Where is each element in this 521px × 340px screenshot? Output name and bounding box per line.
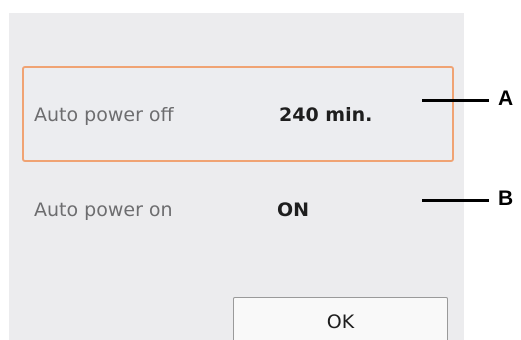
auto-power-on-value: ON — [277, 199, 310, 221]
settings-panel: Auto power off 240 min. Auto power on ON — [9, 13, 464, 340]
callout-a-line — [422, 99, 489, 102]
auto-power-off-value: 240 min. — [279, 104, 373, 126]
auto-power-off-row[interactable]: Auto power off 240 min. — [22, 66, 454, 162]
callout-b-line — [422, 199, 489, 202]
callout-a-label: A — [498, 87, 514, 110]
ok-button[interactable]: OK — [233, 297, 448, 340]
auto-power-on-row[interactable]: Auto power on ON — [22, 174, 454, 254]
auto-power-off-label: Auto power off — [34, 104, 174, 126]
screen: Auto power off 240 min. Auto power on ON… — [0, 0, 521, 340]
auto-power-on-label: Auto power on — [34, 199, 173, 221]
callout-b-label: B — [498, 187, 514, 210]
